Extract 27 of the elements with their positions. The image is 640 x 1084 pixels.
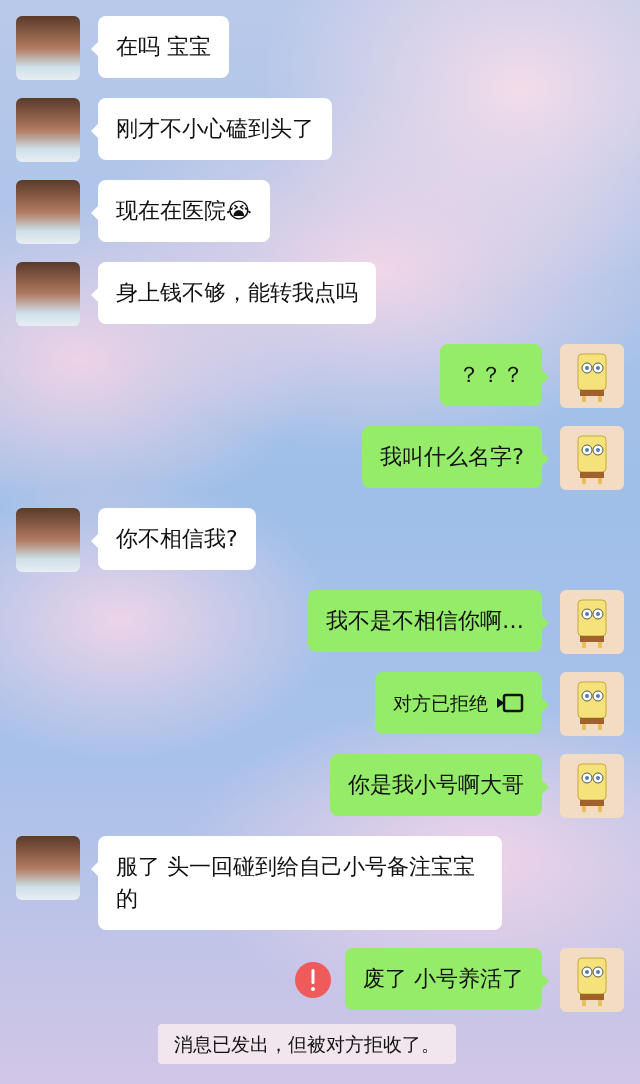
avatar-photo-placeholder (16, 836, 80, 900)
bubble-tail (542, 974, 549, 988)
bubble-tail (542, 370, 549, 384)
cartoon-avatar (560, 754, 624, 818)
bubble-tail (542, 698, 549, 712)
bubble-tail (542, 780, 549, 794)
bubble-tail (91, 534, 98, 548)
bubble-tail (542, 452, 549, 466)
cartoon-avatar (560, 426, 624, 490)
cartoon-avatar (560, 344, 624, 408)
bubble-tail (91, 124, 98, 138)
bubble-tail (91, 288, 98, 302)
avatar-photo-placeholder (16, 16, 80, 80)
bubble-tail (542, 616, 549, 630)
video-camera-icon (496, 693, 524, 713)
error-icon[interactable] (295, 962, 331, 998)
avatar-photo-placeholder (16, 180, 80, 244)
cartoon-avatar (560, 948, 624, 1012)
cartoon-avatar (560, 590, 624, 654)
avatar-photo-placeholder (16, 262, 80, 326)
bubble-tail (91, 862, 98, 876)
avatar-photo-placeholder (16, 508, 80, 572)
bubble-tail (91, 206, 98, 220)
avatar-photo-placeholder (16, 98, 80, 162)
bubble-tail (91, 42, 98, 56)
cartoon-avatar (560, 672, 624, 736)
system-notice: 消息已发出，但被对方拒收了。 (158, 1024, 456, 1064)
